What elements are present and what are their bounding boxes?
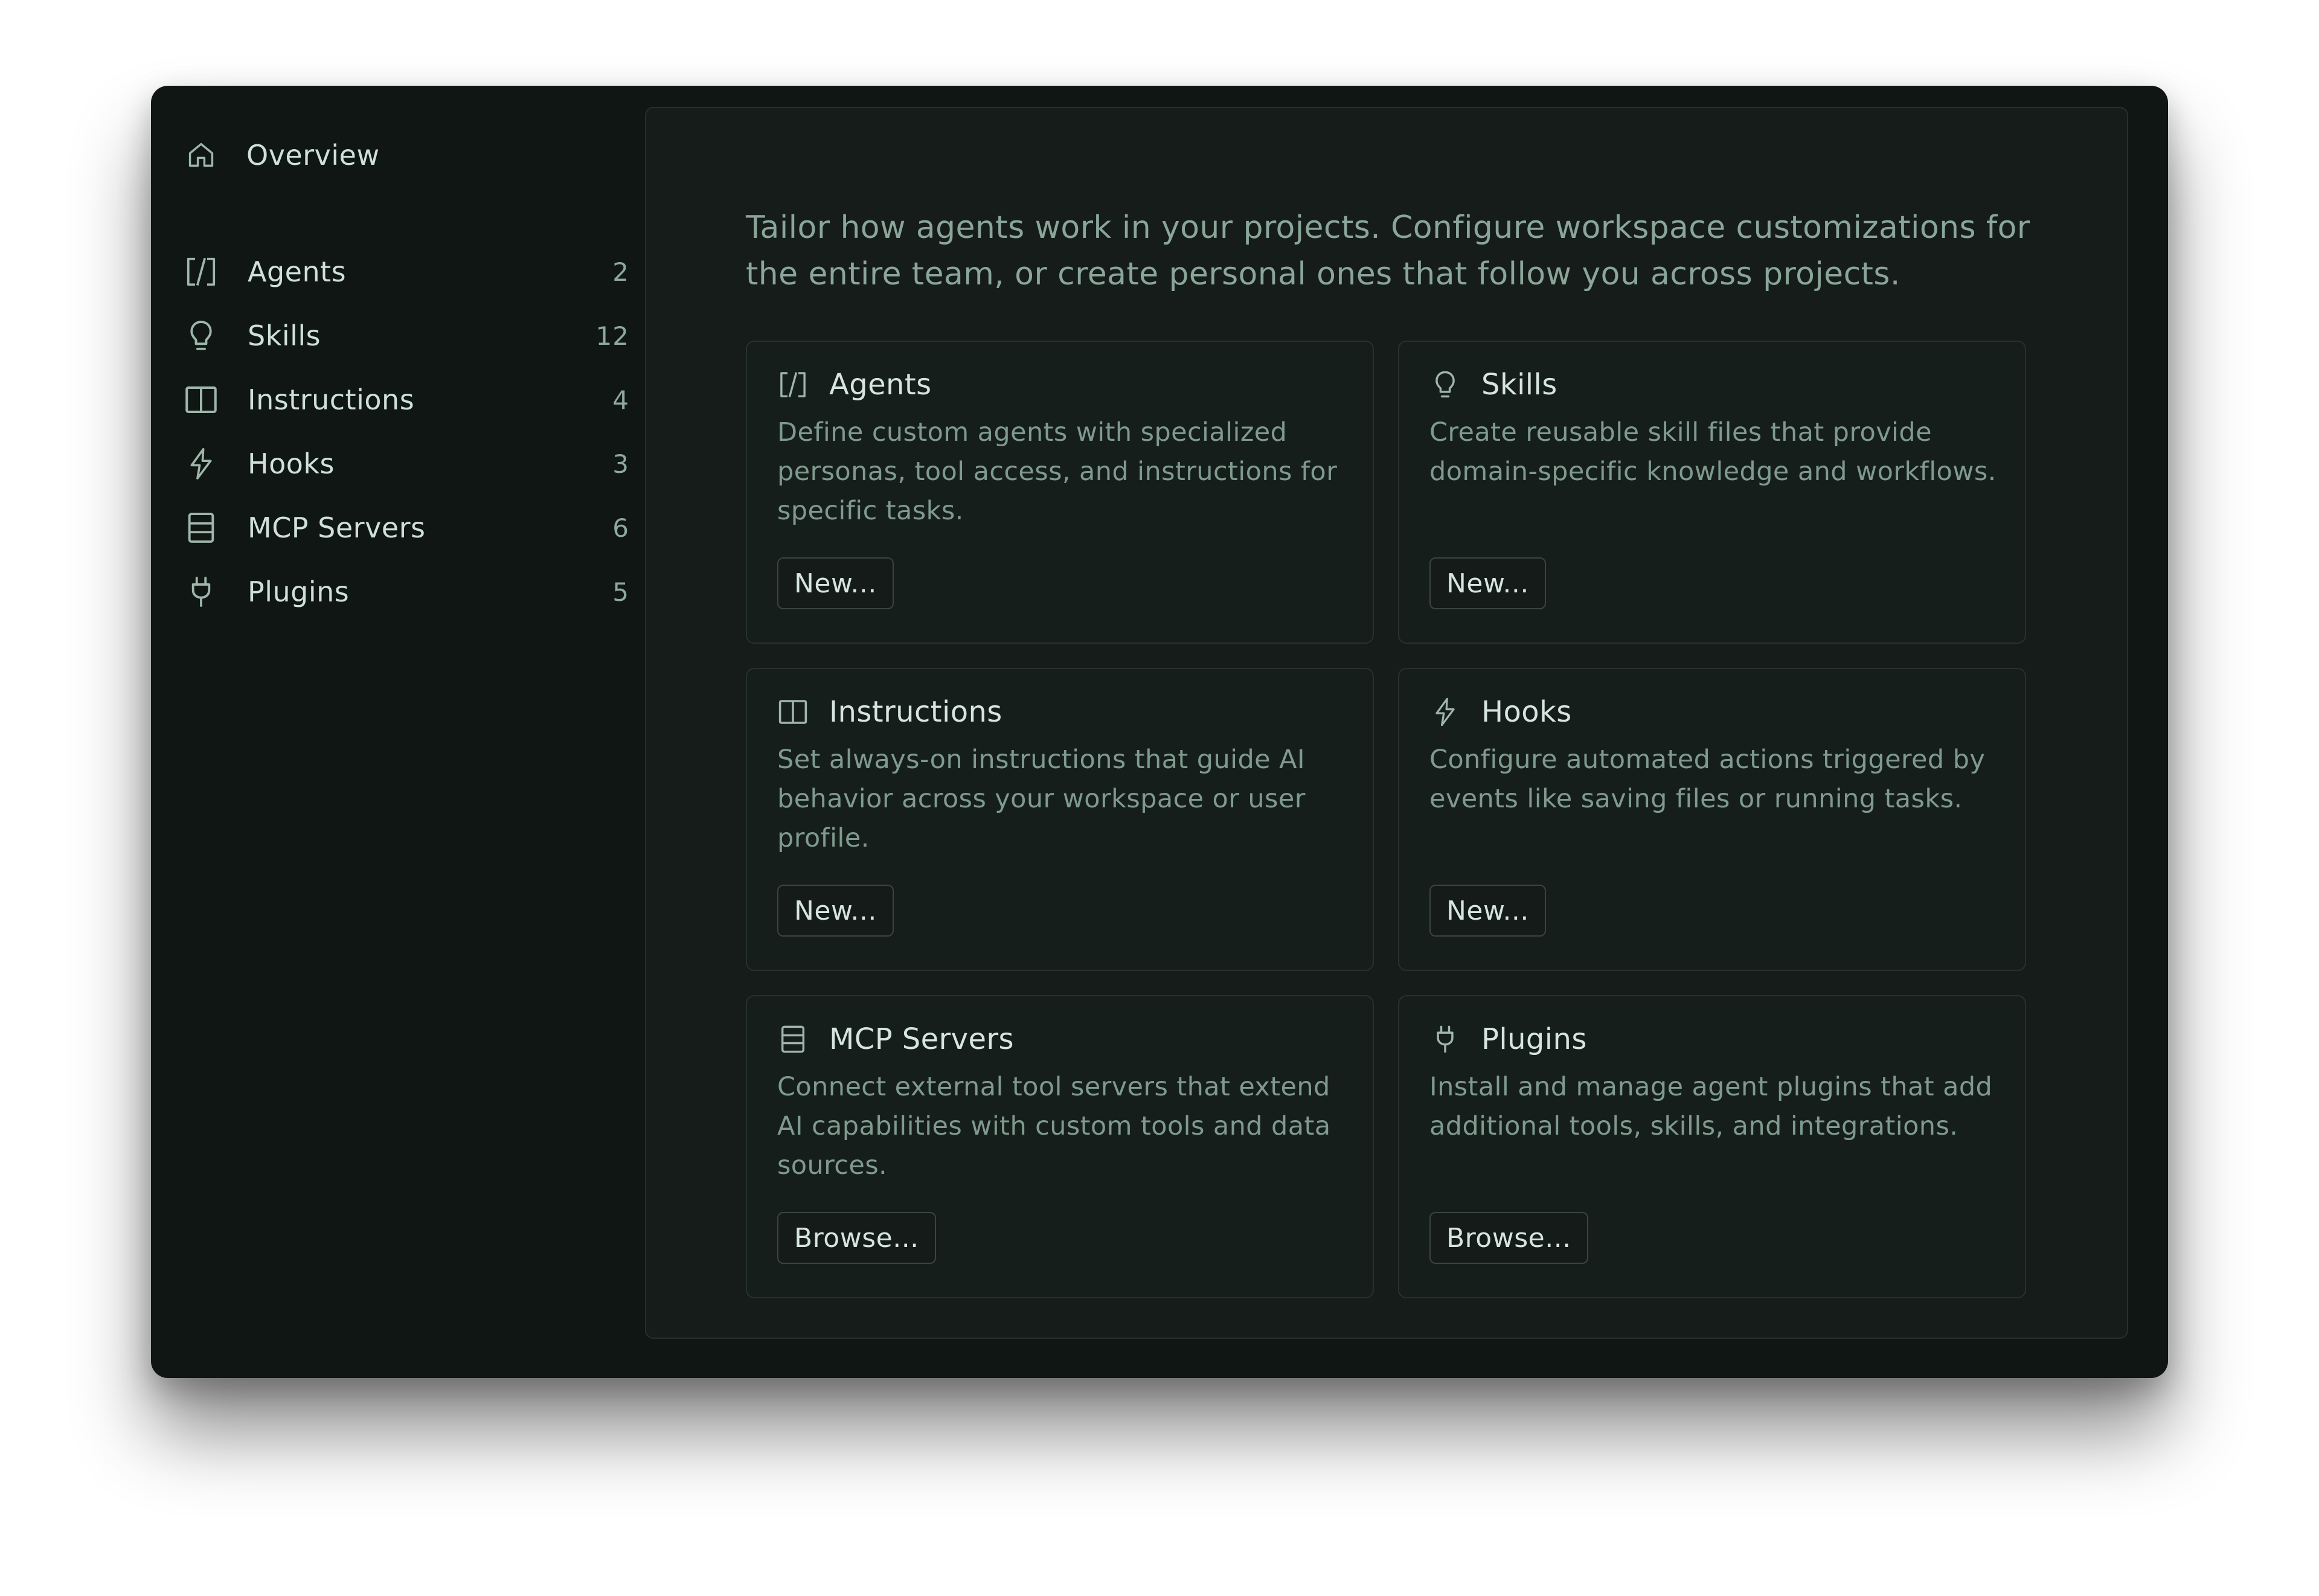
new-skill-button[interactable]: New...	[1429, 557, 1546, 609]
card-title: Agents	[829, 368, 932, 402]
card-header: Plugins	[1428, 1019, 1587, 1059]
count-badge: 12	[595, 321, 629, 351]
count-badge: 5	[612, 577, 629, 607]
server-icon	[776, 1022, 810, 1056]
card-plugins: Plugins Install and manage agent plugins…	[1398, 995, 2026, 1298]
sidebar-item-label: Overview	[246, 139, 380, 171]
count-badge: 4	[612, 385, 629, 415]
card-instructions: Instructions Set always-on instructions …	[746, 668, 1374, 971]
count-badge: 2	[612, 257, 629, 287]
card-description: Define custom agents with specialized pe…	[777, 417, 1338, 526]
browse-mcp-servers-button[interactable]: Browse...	[777, 1212, 936, 1264]
count-badge: 3	[612, 449, 629, 479]
card-hooks: Hooks Configure automated actions trigge…	[1398, 668, 2026, 971]
sidebar-item-hooks[interactable]: Hooks 3	[182, 432, 629, 496]
card-header: Skills	[1428, 365, 1557, 405]
sidebar-item-label: Agents	[248, 255, 347, 288]
card-title: Skills	[1481, 368, 1557, 402]
card-description: Install and manage agent plugins that ad…	[1429, 1072, 1993, 1141]
lightning-icon	[182, 445, 220, 482]
card-description: Configure automated actions triggered by…	[1429, 745, 1986, 814]
app-window: Overview Agents 2 Skills 12 Instructions…	[151, 86, 2168, 1378]
card-title: Plugins	[1481, 1022, 1587, 1056]
agents-icon	[776, 368, 810, 402]
card-mcp-servers: MCP Servers Connect external tool server…	[746, 995, 1374, 1298]
sidebar-item-skills[interactable]: Skills 12	[182, 304, 629, 368]
new-hook-button[interactable]: New...	[1429, 885, 1546, 937]
card-description: Connect external tool servers that exten…	[777, 1072, 1331, 1181]
book-icon	[182, 381, 220, 418]
sidebar-item-instructions[interactable]: Instructions 4	[182, 368, 629, 432]
sidebar-item-label: Plugins	[248, 575, 350, 608]
book-icon	[776, 695, 810, 729]
card-header: Hooks	[1428, 692, 1572, 732]
browse-plugins-button[interactable]: Browse...	[1429, 1212, 1588, 1264]
card-grid: Agents Define custom agents with special…	[746, 341, 2026, 1298]
card-header: Instructions	[776, 692, 1002, 732]
lightbulb-icon	[1428, 368, 1462, 402]
new-agent-button[interactable]: New...	[777, 557, 894, 609]
sidebar-nav: Agents 2 Skills 12 Instructions 4 Hooks …	[182, 240, 629, 624]
agents-icon	[182, 253, 220, 290]
lightbulb-icon	[182, 317, 220, 354]
sidebar-item-mcp-servers[interactable]: MCP Servers 6	[182, 496, 629, 560]
plug-icon	[182, 573, 220, 611]
sidebar-item-agents[interactable]: Agents 2	[182, 240, 629, 304]
sidebar-item-label: Instructions	[248, 383, 415, 416]
card-title: Instructions	[829, 695, 1002, 729]
sidebar-item-label: Hooks	[248, 447, 335, 480]
sidebar-item-plugins[interactable]: Plugins 5	[182, 560, 629, 624]
server-icon	[182, 509, 220, 546]
card-header: Agents	[776, 365, 932, 405]
lightning-icon	[1428, 695, 1462, 729]
plug-icon	[1428, 1022, 1462, 1056]
sidebar-item-overview[interactable]: Overview	[182, 122, 380, 188]
card-description: Set always-on instructions that guide AI…	[777, 745, 1306, 853]
card-description: Create reusable skill files that provide…	[1429, 417, 1997, 487]
sidebar-item-label: Skills	[248, 319, 321, 352]
card-title: Hooks	[1481, 695, 1572, 729]
new-instruction-button[interactable]: New...	[777, 885, 894, 937]
home-icon	[182, 136, 220, 174]
intro-text: Tailor how agents work in your projects.…	[746, 210, 2030, 292]
count-badge: 6	[612, 513, 629, 543]
sidebar-item-label: MCP Servers	[248, 511, 426, 544]
sidebar: Overview Agents 2 Skills 12 Instructions…	[151, 86, 645, 1378]
card-header: MCP Servers	[776, 1019, 1014, 1059]
main-panel: Tailor how agents work in your projects.…	[645, 107, 2128, 1339]
card-title: MCP Servers	[829, 1022, 1014, 1056]
card-agents: Agents Define custom agents with special…	[746, 341, 1374, 644]
card-skills: Skills Create reusable skill files that …	[1398, 341, 2026, 644]
